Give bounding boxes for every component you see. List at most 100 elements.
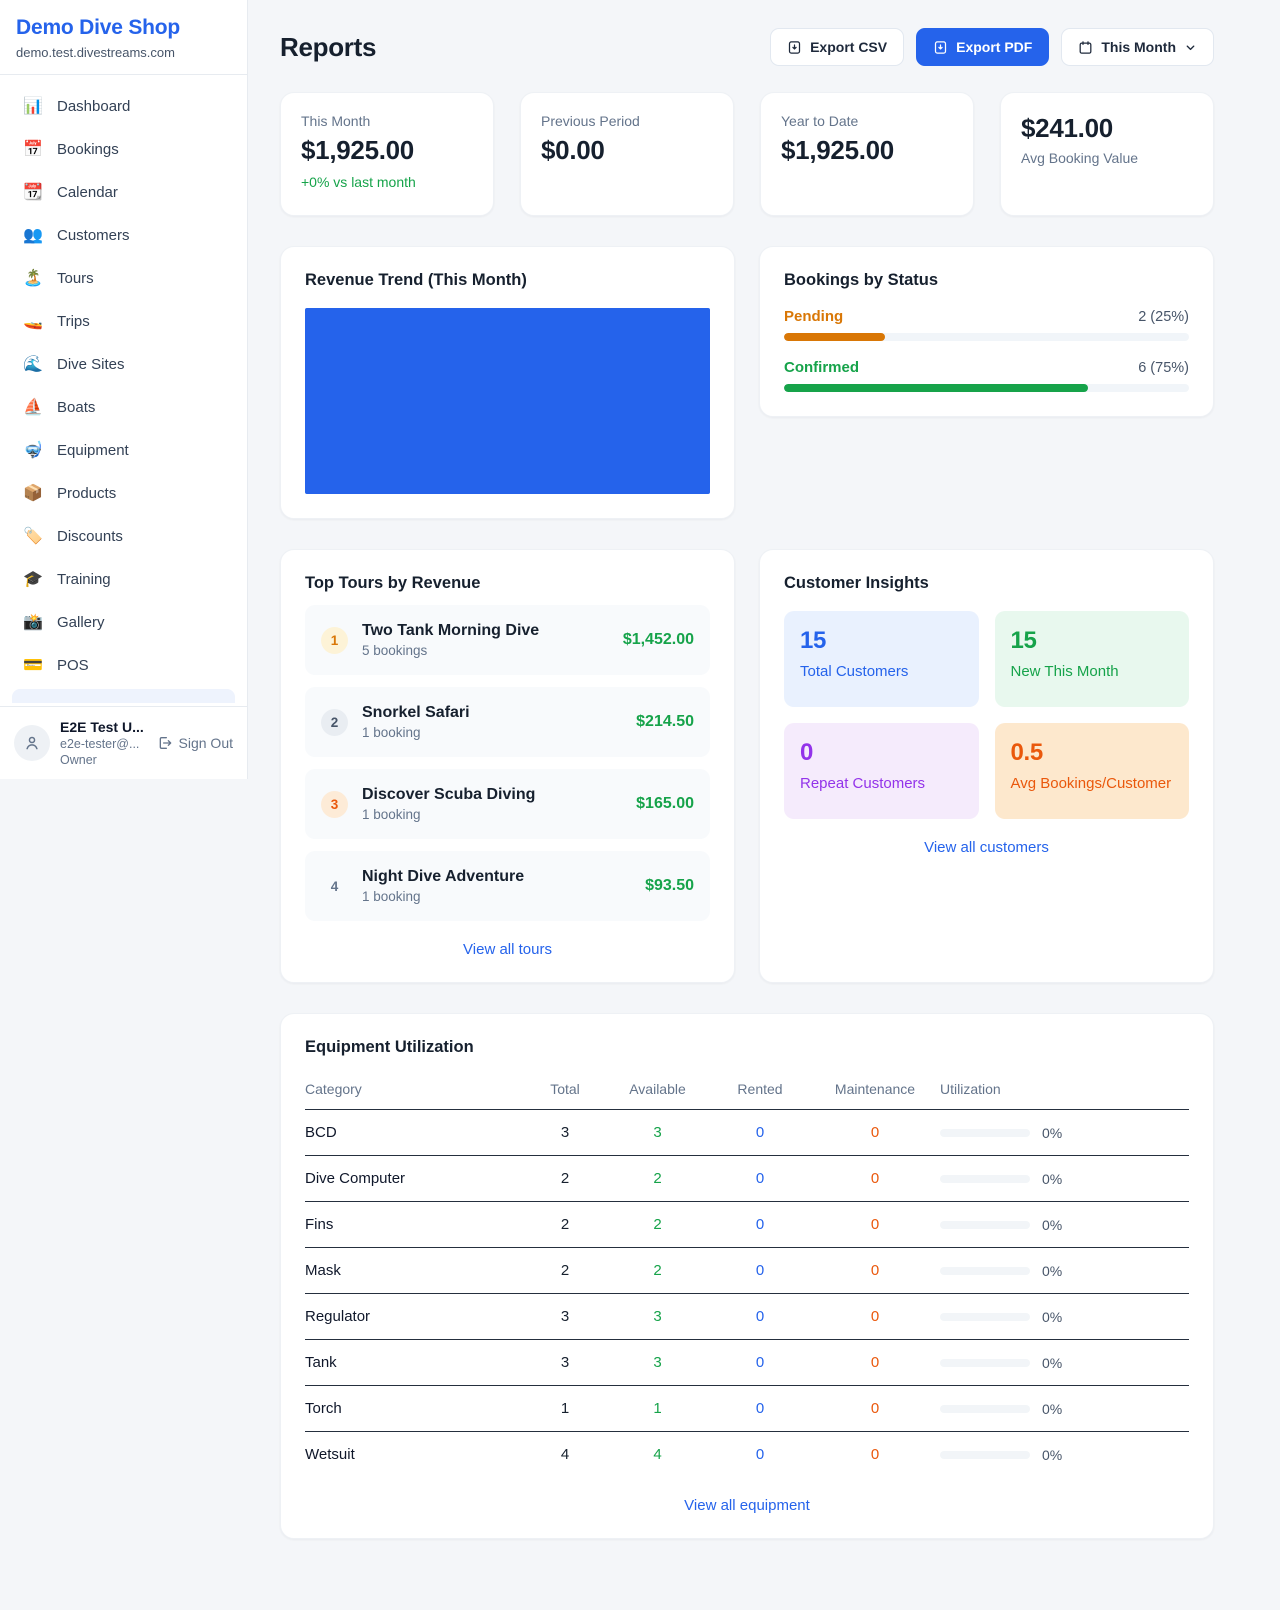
utilization-bar xyxy=(940,1129,1030,1137)
shop-domain: demo.test.divestreams.com xyxy=(16,45,231,60)
table-row: Mask 2 2 0 0 0% xyxy=(305,1248,1189,1294)
page-title: Reports xyxy=(280,32,376,63)
sidebar-item-customers[interactable]: 👥 Customers xyxy=(12,216,235,254)
view-all-equipment-link[interactable]: View all equipment xyxy=(305,1497,1189,1514)
tour-revenue: $93.50 xyxy=(645,877,694,895)
tour-revenue: $1,452.00 xyxy=(623,631,694,649)
revenue-trend-chart xyxy=(305,308,710,494)
people-icon: 👥 xyxy=(22,225,44,245)
status-label: Pending xyxy=(784,308,843,325)
main-content: Reports Export CSV Export PDF This Month xyxy=(248,0,1280,1579)
chevron-down-icon xyxy=(1184,41,1197,54)
sidebar-nav: 📊 Dashboard 📅 Bookings 📆 Calendar 👥 Cust… xyxy=(0,75,247,706)
file-download-icon xyxy=(933,40,948,55)
sidebar-item-reports-partial[interactable] xyxy=(12,689,235,703)
tour-bookings: 1 booking xyxy=(362,807,622,822)
progress-track xyxy=(784,333,1189,341)
sidebar-item-gallery[interactable]: 📸 Gallery xyxy=(12,603,235,641)
insight-tile-total-customers: 15 Total Customers xyxy=(784,611,979,707)
status-row-pending: Pending 2 (25%) xyxy=(784,308,1189,341)
tour-bookings: 1 booking xyxy=(362,889,631,904)
status-row-confirmed: Confirmed 6 (75%) xyxy=(784,359,1189,392)
utilization-bar xyxy=(940,1175,1030,1183)
sidebar-item-boats[interactable]: ⛵ Boats xyxy=(12,388,235,426)
export-csv-button[interactable]: Export CSV xyxy=(770,28,904,66)
stats-row: This Month $1,925.00 +0% vs last month P… xyxy=(280,92,1214,216)
sidebar-item-tours[interactable]: 🏝️ Tours xyxy=(12,259,235,297)
equipment-utilization-card: Equipment Utilization Category Total Ava… xyxy=(280,1013,1214,1539)
insight-tile-avg-bookings: 0.5 Avg Bookings/Customer xyxy=(995,723,1190,819)
view-all-tours-link[interactable]: View all tours xyxy=(305,941,710,958)
top-tours-card: Top Tours by Revenue 1 Two Tank Morning … xyxy=(280,549,735,983)
shop-name: Demo Dive Shop xyxy=(16,16,231,40)
tour-row-1[interactable]: 1 Two Tank Morning Dive 5 bookings $1,45… xyxy=(305,605,710,675)
sidebar-item-pos[interactable]: 💳 POS xyxy=(12,646,235,684)
equipment-utilization-title: Equipment Utilization xyxy=(305,1038,1189,1057)
tag-icon: 🏷️ xyxy=(22,526,44,546)
utilization-bar xyxy=(940,1451,1030,1459)
user-avatar xyxy=(14,725,50,761)
insight-tile-new-this-month: 15 New This Month xyxy=(995,611,1190,707)
sidebar-item-products[interactable]: 📦 Products xyxy=(12,474,235,512)
customer-insights-card: Customer Insights 15 Total Customers 15 … xyxy=(759,549,1214,983)
progress-fill-confirmed xyxy=(784,384,1088,392)
table-row: Tank 3 3 0 0 0% xyxy=(305,1340,1189,1386)
diving-mask-icon: 🤿 xyxy=(22,440,44,460)
rank-badge: 3 xyxy=(321,791,348,818)
insight-grid: 15 Total Customers 15 New This Month 0 R… xyxy=(784,611,1189,819)
sign-out-button[interactable]: Sign Out xyxy=(157,735,233,751)
user-name: E2E Test U... xyxy=(60,719,147,735)
sidebar-item-training[interactable]: 🎓 Training xyxy=(12,560,235,598)
sailboat-icon: ⛵ xyxy=(22,397,44,417)
progress-track xyxy=(784,384,1189,392)
bookings-by-status-card: Bookings by Status Pending 2 (25%) Confi… xyxy=(759,246,1214,417)
tour-row-4[interactable]: 4 Night Dive Adventure 1 booking $93.50 xyxy=(305,851,710,921)
wave-icon: 🌊 xyxy=(22,354,44,374)
user-meta: E2E Test U... e2e-tester@... Owner xyxy=(60,719,147,767)
sidebar: Demo Dive Shop demo.test.divestreams.com… xyxy=(0,0,248,779)
sidebar-item-discounts[interactable]: 🏷️ Discounts xyxy=(12,517,235,555)
table-row: Fins 2 2 0 0 0% xyxy=(305,1202,1189,1248)
insights-row: Top Tours by Revenue 1 Two Tank Morning … xyxy=(280,549,1214,983)
camera-icon: 📸 xyxy=(22,612,44,632)
insight-tile-repeat-customers: 0 Repeat Customers xyxy=(784,723,979,819)
utilization-bar xyxy=(940,1313,1030,1321)
export-pdf-button[interactable]: Export PDF xyxy=(916,28,1049,66)
sidebar-item-dive-sites[interactable]: 🌊 Dive Sites xyxy=(12,345,235,383)
view-all-customers-link[interactable]: View all customers xyxy=(784,839,1189,856)
file-download-icon xyxy=(787,40,802,55)
customer-insights-title: Customer Insights xyxy=(784,574,1189,593)
speedboat-icon: 🚤 xyxy=(22,311,44,331)
revenue-trend-title: Revenue Trend (This Month) xyxy=(305,271,710,290)
tour-revenue: $165.00 xyxy=(636,795,694,813)
tour-name: Discover Scuba Diving xyxy=(362,786,622,804)
sidebar-item-equipment[interactable]: 🤿 Equipment xyxy=(12,431,235,469)
period-dropdown[interactable]: This Month xyxy=(1061,28,1214,66)
user-box: E2E Test U... e2e-tester@... Owner Sign … xyxy=(0,706,247,779)
table-row: Torch 1 1 0 0 0% xyxy=(305,1386,1189,1432)
top-tours-title: Top Tours by Revenue xyxy=(305,574,710,593)
tour-name: Snorkel Safari xyxy=(362,704,622,722)
graduation-cap-icon: 🎓 xyxy=(22,569,44,589)
equipment-table-header: Category Total Available Rented Maintena… xyxy=(305,1071,1189,1110)
credit-card-icon: 💳 xyxy=(22,655,44,675)
table-row: Regulator 3 3 0 0 0% xyxy=(305,1294,1189,1340)
sidebar-item-bookings[interactable]: 📅 Bookings xyxy=(12,130,235,168)
page-header: Reports Export CSV Export PDF This Month xyxy=(280,28,1214,66)
status-label: Confirmed xyxy=(784,359,859,376)
utilization-bar xyxy=(940,1405,1030,1413)
utilization-bar xyxy=(940,1359,1030,1367)
sidebar-item-dashboard[interactable]: 📊 Dashboard xyxy=(12,87,235,125)
utilization-bar xyxy=(940,1221,1030,1229)
sidebar-item-trips[interactable]: 🚤 Trips xyxy=(12,302,235,340)
tour-revenue: $214.50 xyxy=(636,713,694,731)
sidebar-item-calendar[interactable]: 📆 Calendar xyxy=(12,173,235,211)
tour-row-2[interactable]: 2 Snorkel Safari 1 booking $214.50 xyxy=(305,687,710,757)
shop-logo-block: Demo Dive Shop demo.test.divestreams.com xyxy=(0,0,247,75)
tour-name: Night Dive Adventure xyxy=(362,868,631,886)
equipment-table: Category Total Available Rented Maintena… xyxy=(305,1071,1189,1477)
stat-card-this-month: This Month $1,925.00 +0% vs last month xyxy=(280,92,494,216)
rank-badge: 1 xyxy=(321,627,348,654)
tour-row-3[interactable]: 3 Discover Scuba Diving 1 booking $165.0… xyxy=(305,769,710,839)
user-role: Owner xyxy=(60,753,147,767)
